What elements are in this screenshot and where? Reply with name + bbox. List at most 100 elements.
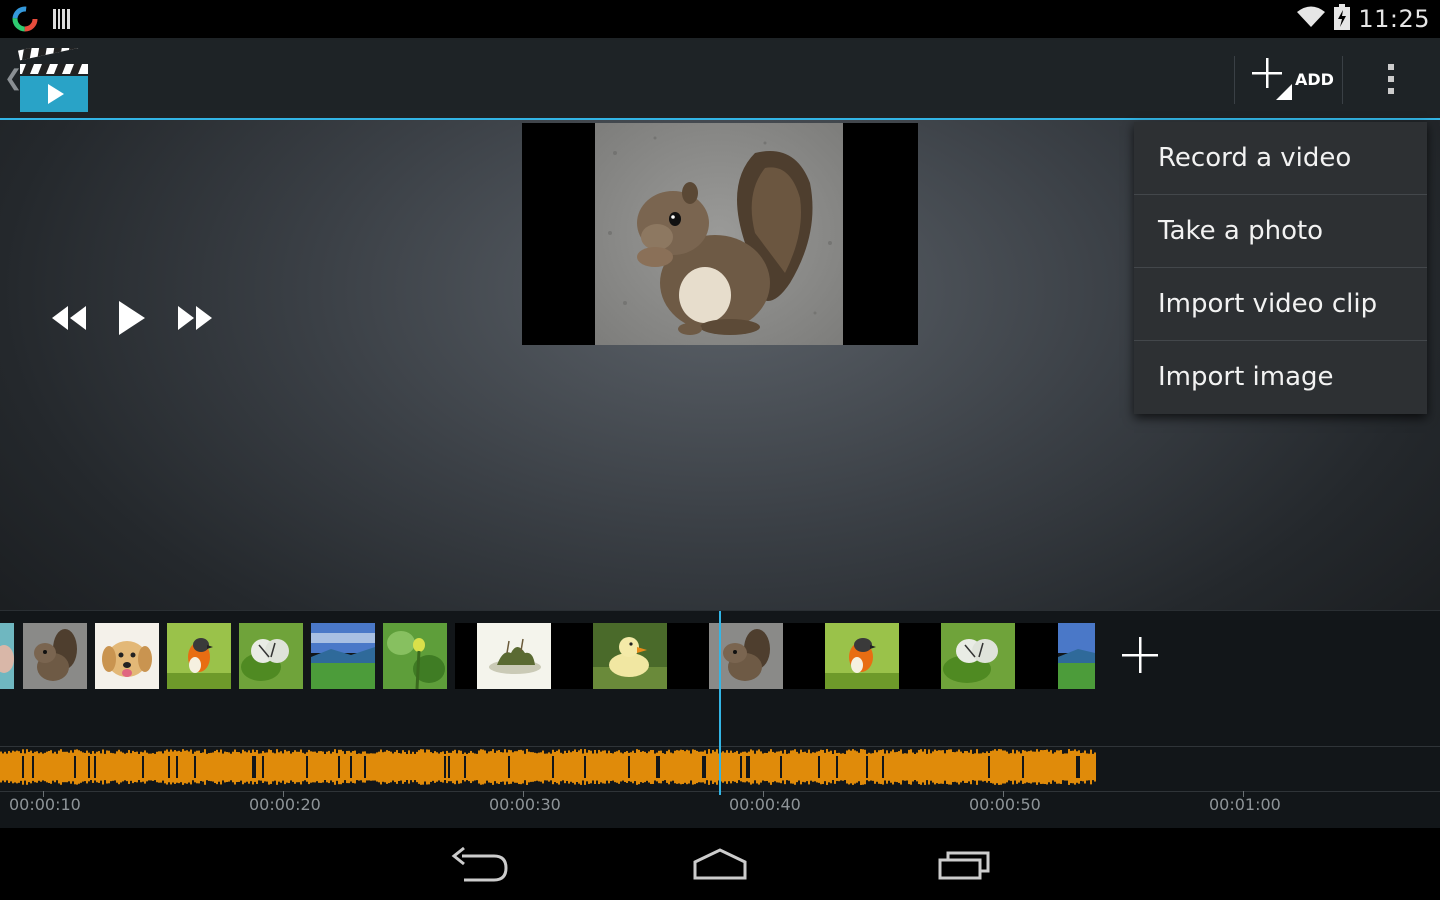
recents-icon[interactable]: [930, 844, 1000, 884]
waveform-bar: [912, 752, 914, 782]
waveform-bar: [540, 752, 542, 782]
waveform-bar: [996, 750, 998, 784]
clip-thumbnail[interactable]: [941, 623, 1015, 689]
play-icon[interactable]: [116, 298, 148, 342]
waveform-bar: [834, 750, 836, 784]
menu-item-import-image[interactable]: Import image: [1134, 341, 1427, 414]
add-button[interactable]: ADD: [1240, 38, 1340, 120]
waveform-bar: [960, 751, 962, 783]
waveform-bar: [766, 753, 768, 781]
audio-waveform[interactable]: [0, 748, 1096, 786]
add-clip-icon[interactable]: [1120, 635, 1160, 675]
waveform-gap: [704, 756, 706, 778]
waveform-bar: [388, 750, 390, 784]
clapperboard-play-icon[interactable]: [17, 36, 90, 116]
waveform-bar: [1014, 753, 1016, 781]
waveform-bar: [14, 751, 16, 783]
waveform-bar: [38, 753, 40, 781]
app-notification-icon: [12, 6, 38, 36]
waveform-gap: [656, 756, 658, 778]
waveform-bar: [328, 750, 330, 784]
waveform-bar: [974, 753, 976, 781]
waveform-bar: [206, 753, 208, 781]
waveform-bar: [744, 751, 746, 783]
waveform-bar: [768, 751, 770, 783]
waveform-bar: [18, 751, 20, 783]
clip-gap: [667, 623, 709, 689]
waveform-bar: [480, 749, 482, 785]
fast-forward-icon[interactable]: [176, 298, 214, 342]
waveform-bar: [152, 753, 154, 781]
waveform-bar: [714, 751, 716, 783]
waveform-bar: [58, 750, 60, 784]
ruler-label: 00:00:20: [249, 795, 321, 814]
waveform-bar: [484, 750, 486, 784]
waveform-bar: [900, 749, 902, 785]
waveform-bar: [370, 753, 372, 781]
clip-thumbnail[interactable]: [1058, 623, 1095, 689]
video-preview[interactable]: [522, 123, 918, 345]
clip-thumbnail[interactable]: [311, 623, 375, 689]
back-icon[interactable]: [444, 844, 514, 884]
waveform-bar: [454, 749, 456, 785]
waveform-bar: [110, 752, 112, 782]
clip-thumbnail[interactable]: [239, 623, 303, 689]
waveform-bar: [1072, 750, 1074, 784]
waveform-bar: [436, 752, 438, 782]
waveform-bar: [180, 751, 182, 783]
waveform-bar: [1028, 751, 1030, 783]
clip-thumbnail[interactable]: [0, 623, 14, 689]
clip-thumbnail[interactable]: [95, 623, 159, 689]
waveform-bar: [614, 751, 616, 783]
waveform-bar: [70, 750, 72, 784]
waveform-bar: [554, 751, 556, 783]
waveform-gap: [364, 756, 366, 778]
waveform-bar: [292, 752, 294, 782]
waveform-bar: [872, 753, 874, 781]
waveform-bar: [692, 749, 694, 785]
waveform-bar: [906, 753, 908, 781]
clip-thumbnail[interactable]: [383, 623, 447, 689]
home-icon[interactable]: [685, 844, 755, 884]
rewind-icon[interactable]: [50, 298, 88, 342]
clip-thumbnail[interactable]: [477, 623, 551, 689]
waveform-bar: [182, 749, 184, 785]
clip-thumbnail[interactable]: [825, 623, 899, 689]
waveform-gap: [508, 756, 510, 778]
waveform-bar: [722, 751, 724, 783]
waveform-bar: [92, 751, 94, 783]
waveform-bar: [200, 752, 202, 782]
waveform-bar: [566, 753, 568, 781]
waveform-bar: [314, 751, 316, 783]
waveform-bar: [486, 753, 488, 781]
waveform-bar: [472, 752, 474, 782]
clip-thumbnail[interactable]: [593, 623, 667, 689]
clip-thumbnail[interactable]: [23, 623, 87, 689]
waveform-bar: [460, 750, 462, 784]
waveform-bar: [1040, 750, 1042, 784]
playhead[interactable]: [719, 611, 721, 795]
menu-item-record-video[interactable]: Record a video: [1134, 122, 1427, 195]
waveform-bar: [850, 750, 852, 784]
waveform-gap: [882, 756, 884, 778]
waveform-bar: [586, 752, 588, 782]
waveform-bar: [862, 749, 864, 785]
waveform-bar: [798, 753, 800, 781]
menu-item-take-photo[interactable]: Take a photo: [1134, 195, 1427, 268]
waveform-bar: [750, 749, 752, 785]
waveform-bar: [1062, 753, 1064, 781]
waveform-bar: [246, 752, 248, 782]
waveform-bar: [424, 752, 426, 782]
overflow-menu-icon[interactable]: [1370, 58, 1414, 102]
waveform-bar: [1030, 750, 1032, 784]
waveform-bar: [260, 753, 262, 781]
clip-thumbnail[interactable]: [167, 623, 231, 689]
waveform-bar: [964, 751, 966, 783]
waveform-bar: [686, 749, 688, 785]
waveform-bar: [366, 753, 368, 781]
menu-item-import-video[interactable]: Import video clip: [1134, 268, 1427, 341]
waveform-bar: [346, 750, 348, 784]
waveform-bar: [616, 751, 618, 783]
waveform-bar: [78, 750, 80, 784]
waveform-bar: [100, 753, 102, 781]
